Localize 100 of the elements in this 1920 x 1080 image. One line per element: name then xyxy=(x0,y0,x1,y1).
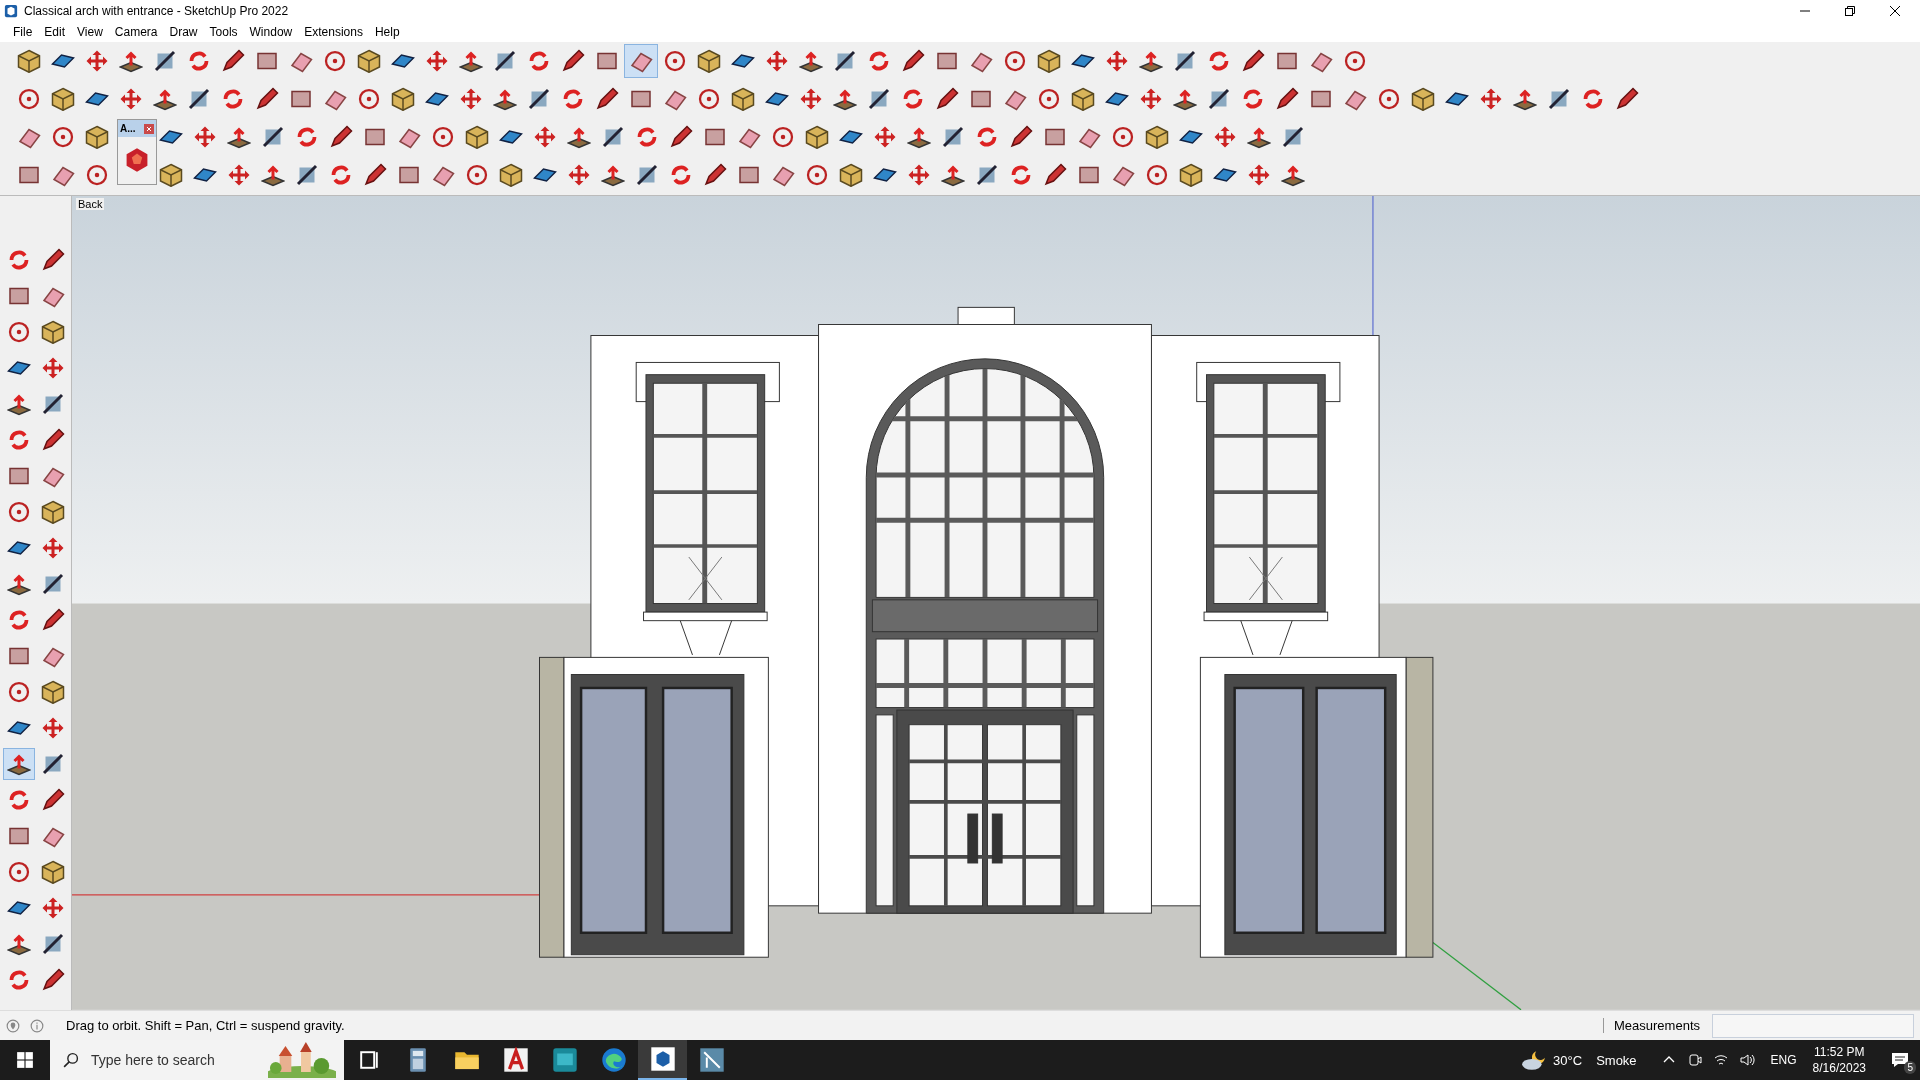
four-arrows-icon xyxy=(425,48,449,73)
gem-icon[interactable] xyxy=(124,147,150,173)
cad-app-icon xyxy=(502,1047,529,1073)
window-title: Classical arch with entrance - SketchUp Pro 2022 xyxy=(24,3,289,18)
line-icon xyxy=(295,162,319,187)
circle-icon xyxy=(17,86,41,111)
circle-icon xyxy=(663,48,687,73)
taskbar-app-button[interactable] xyxy=(638,1040,687,1080)
circle-icon xyxy=(1037,86,1061,111)
info-icon[interactable] xyxy=(30,1018,44,1033)
line-icon xyxy=(41,392,65,417)
circle-icon xyxy=(7,680,31,705)
four-arrows-icon xyxy=(567,162,591,187)
pencil-icon xyxy=(363,162,387,187)
menu-item[interactable]: View xyxy=(71,24,109,39)
circle-icon xyxy=(7,320,31,345)
scene-label: Back xyxy=(76,198,105,211)
cube-icon xyxy=(41,860,65,885)
pencil-icon xyxy=(41,788,65,813)
four-arrows-icon xyxy=(41,716,65,741)
four-arrows-icon xyxy=(85,48,109,73)
line-icon xyxy=(941,124,965,149)
cube-icon xyxy=(1411,86,1435,111)
pencil-icon xyxy=(329,124,353,149)
circle-icon xyxy=(771,124,795,149)
menu-item[interactable]: Draw xyxy=(163,24,204,39)
cloudy-moon-icon[interactable] xyxy=(1521,1049,1548,1071)
pencil-icon xyxy=(595,86,619,111)
circle-icon xyxy=(1343,48,1367,73)
circle-icon xyxy=(323,48,347,73)
clock-date[interactable]: 8/16/2023 xyxy=(1812,1060,1866,1076)
status-hint: Drag to orbit. Shift = Pan, Ctrl = suspend gravity. xyxy=(66,1018,345,1034)
pencil-icon xyxy=(1275,86,1299,111)
line-icon xyxy=(975,162,999,187)
menu-item[interactable]: Help xyxy=(368,24,406,39)
cube-icon xyxy=(499,162,523,187)
four-arrows-icon xyxy=(41,356,65,381)
four-arrows-icon xyxy=(799,86,823,111)
menu-item[interactable]: File xyxy=(7,24,39,39)
pencil-icon xyxy=(255,86,279,111)
line-icon xyxy=(867,86,891,111)
line-icon xyxy=(1547,86,1571,111)
toolbar-button[interactable] xyxy=(624,43,658,78)
app-logo-icon xyxy=(4,3,18,18)
cube-icon xyxy=(1145,124,1169,149)
line-icon xyxy=(493,48,517,73)
search-field[interactable]: Type here to search xyxy=(50,1040,344,1080)
cube-icon xyxy=(391,86,415,111)
pencil-icon xyxy=(669,124,693,149)
line-icon xyxy=(527,86,551,111)
line-icon xyxy=(41,572,65,597)
four-arrows-icon xyxy=(907,162,931,187)
four-arrows-icon xyxy=(119,86,143,111)
clock-time[interactable]: 11:52 PM xyxy=(1814,1044,1865,1060)
windows-start-icon[interactable] xyxy=(16,1051,34,1069)
camera-icon[interactable] xyxy=(1686,1052,1703,1068)
box-arrow-icon xyxy=(7,932,31,957)
cube-icon xyxy=(159,162,183,187)
layout-app-icon xyxy=(698,1047,725,1073)
geo-location-icon[interactable] xyxy=(6,1018,20,1033)
menu-item[interactable]: Extensions xyxy=(298,24,369,39)
circle-icon xyxy=(51,124,75,149)
cube-icon xyxy=(1179,162,1203,187)
toolbar-title: A... xyxy=(120,123,136,134)
pencil-icon xyxy=(41,968,65,993)
pencil-icon xyxy=(1615,86,1639,111)
weather-condition[interactable]: Smoke xyxy=(1596,1052,1637,1068)
language-indicator[interactable]: ENG xyxy=(1770,1053,1797,1067)
cube-icon xyxy=(41,320,65,345)
pencil-icon xyxy=(41,428,65,453)
line-icon xyxy=(833,48,857,73)
line-icon xyxy=(1173,48,1197,73)
pencil-icon xyxy=(41,248,65,273)
pencil-icon xyxy=(1241,48,1265,73)
measurements-label: Measurements xyxy=(1603,1018,1700,1034)
modeling-app-icon xyxy=(551,1047,578,1073)
measurements-field[interactable] xyxy=(1712,1013,1914,1038)
notification-count: 5 xyxy=(1904,1061,1916,1074)
restore-icon[interactable] xyxy=(1845,5,1855,16)
notification-icon[interactable] xyxy=(1890,1050,1910,1070)
menu-item[interactable]: Tools xyxy=(203,24,244,39)
box-arrow-icon xyxy=(7,752,31,777)
four-arrows-icon xyxy=(1105,48,1129,73)
pencil-icon xyxy=(1043,162,1067,187)
close-icon[interactable] xyxy=(1890,5,1900,16)
menu-item[interactable]: Camera xyxy=(108,24,164,39)
tool-button[interactable] xyxy=(3,748,35,781)
menu-item[interactable]: Edit xyxy=(38,24,72,39)
circle-icon xyxy=(85,162,109,187)
volume-icon[interactable] xyxy=(1738,1052,1755,1068)
four-arrows-icon xyxy=(1247,162,1271,187)
pencil-icon xyxy=(41,608,65,633)
menu-item[interactable]: Window xyxy=(243,24,299,39)
pencil-icon xyxy=(935,86,959,111)
cube-icon xyxy=(1037,48,1061,73)
circle-icon xyxy=(431,124,455,149)
cube-icon xyxy=(731,86,755,111)
pencil-icon xyxy=(1009,124,1033,149)
line-icon xyxy=(601,124,625,149)
temperature[interactable]: 30°C xyxy=(1553,1052,1583,1068)
